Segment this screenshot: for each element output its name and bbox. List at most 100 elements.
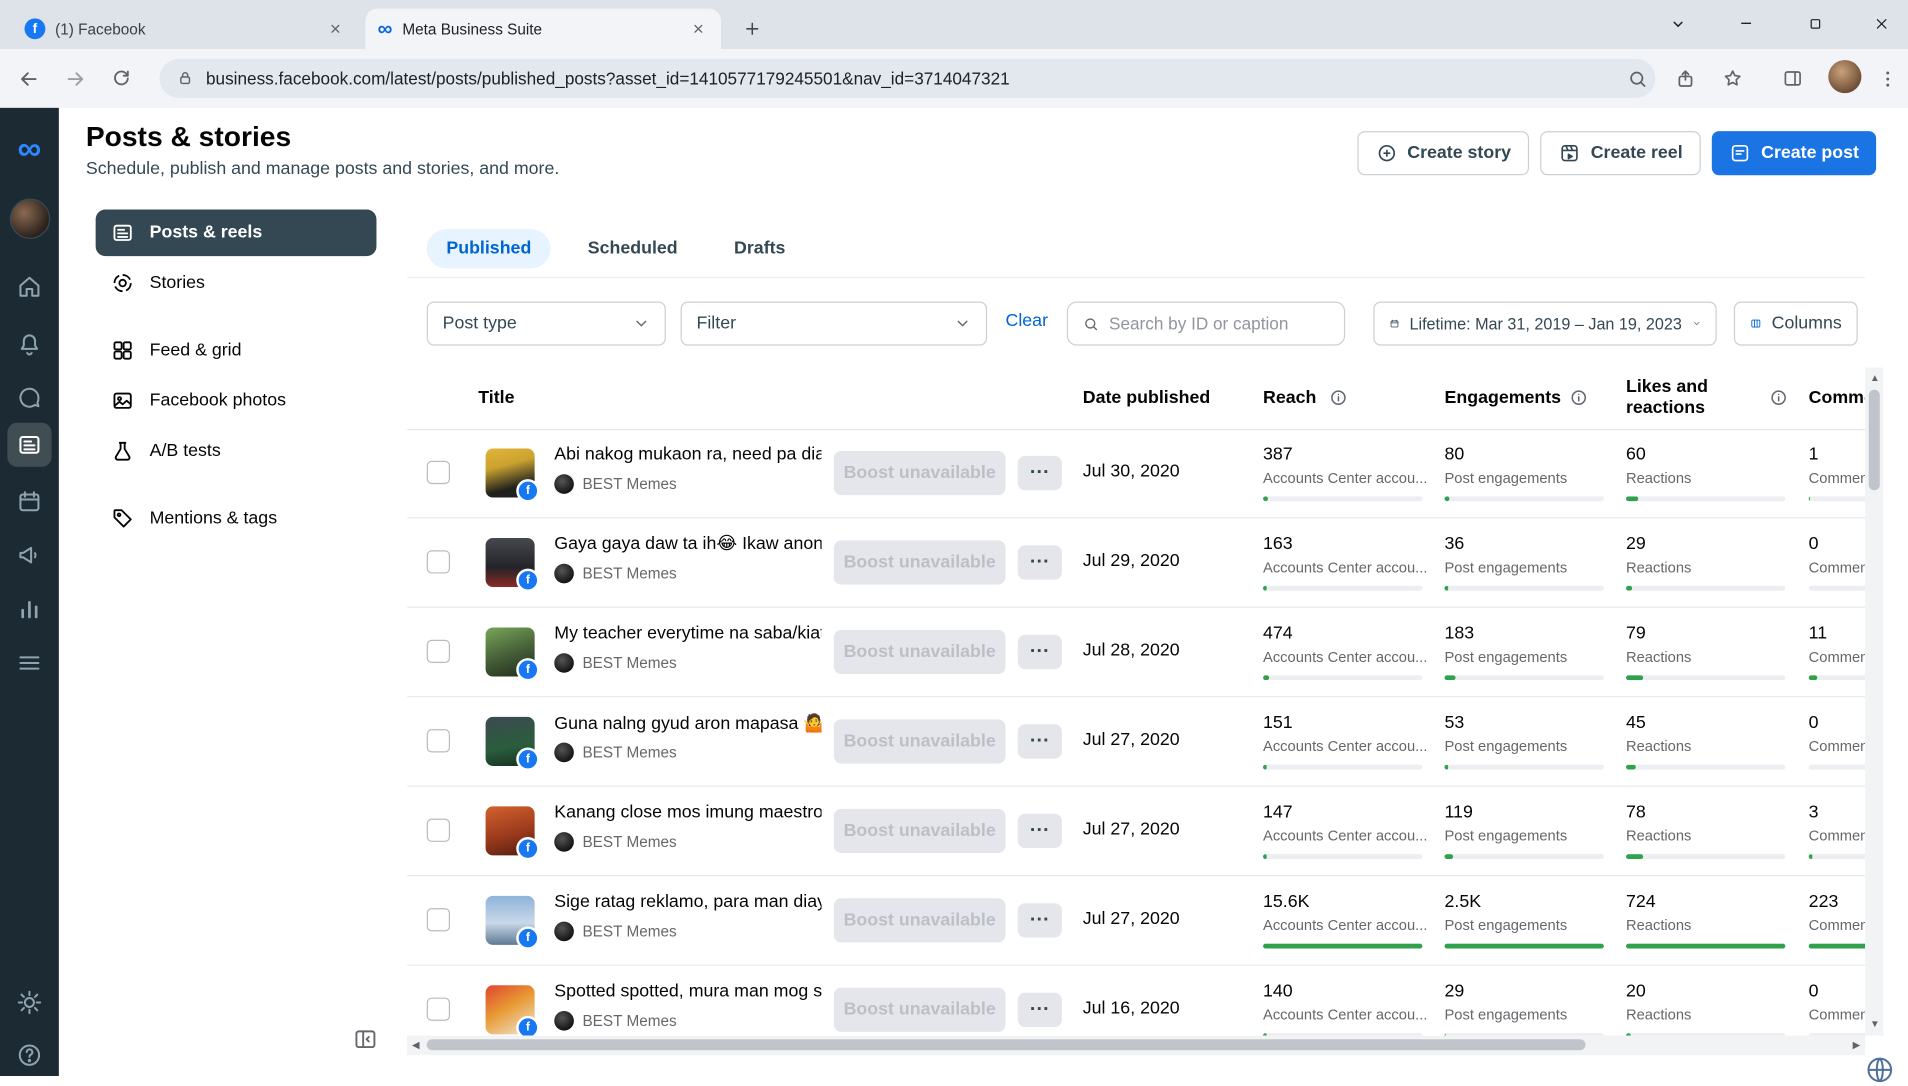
sidebar-item-mentions-tags[interactable]: Mentions & tags: [96, 495, 377, 542]
columns-button[interactable]: Columns: [1733, 301, 1858, 346]
post-title-link[interactable]: Guna nalng gyud aron mapasa 🤷: [554, 713, 821, 734]
rail-notifications-button[interactable]: [10, 325, 49, 364]
rail-help-button[interactable]: [10, 1036, 49, 1075]
tab-close-icon[interactable]: [687, 18, 709, 40]
tab-scheduled[interactable]: Scheduled: [568, 229, 697, 268]
scroll-right-icon[interactable]: ▶: [1853, 1040, 1861, 1050]
vertical-scrollbar[interactable]: ▲ ▼: [1865, 367, 1884, 1036]
post-thumbnail[interactable]: f: [485, 627, 540, 682]
row-more-button[interactable]: ...: [1017, 724, 1062, 759]
col-header-likes[interactable]: Likes and reactions: [1626, 368, 1727, 429]
horizontal-scroll-thumb[interactable]: [426, 1039, 1586, 1051]
row-more-button[interactable]: ...: [1017, 992, 1062, 1027]
rail-insights-button[interactable]: [10, 589, 49, 628]
row-more-button[interactable]: ...: [1017, 455, 1062, 491]
row-more-button[interactable]: ...: [1017, 903, 1062, 938]
rail-posts-button[interactable]: [7, 422, 52, 467]
collapse-panel-icon[interactable]: [352, 1026, 379, 1053]
search-input[interactable]: [1109, 313, 1330, 334]
rail-inbox-button[interactable]: [10, 379, 49, 418]
business-avatar[interactable]: [9, 198, 51, 239]
share-icon[interactable]: [1666, 60, 1703, 97]
bookmark-star-icon[interactable]: [1714, 60, 1751, 97]
reach-info-icon[interactable]: [1329, 388, 1347, 406]
browser-menu-icon[interactable]: [1869, 60, 1906, 97]
meta-logo-icon[interactable]: ∞: [0, 130, 59, 167]
post-title-link[interactable]: Abi nakog mukaon ra, need pa dia...: [554, 445, 821, 465]
row-checkbox[interactable]: [426, 550, 451, 574]
create-story-button[interactable]: Create story: [1356, 131, 1530, 176]
post-title-link[interactable]: My teacher everytime na saba/kiat...: [554, 624, 821, 644]
row-checkbox[interactable]: [426, 639, 451, 664]
engagements-info-icon[interactable]: [1570, 388, 1588, 406]
post-thumbnail[interactable]: f: [485, 806, 540, 861]
scroll-down-icon[interactable]: ▼: [1870, 1019, 1880, 1030]
row-checkbox[interactable]: [426, 997, 451, 1021]
browser-tab-meta[interactable]: ∞ Meta Business Suite: [365, 8, 722, 50]
date-range-dropdown[interactable]: Lifetime: Mar 31, 2019 – Jan 19, 2023: [1373, 301, 1717, 346]
scroll-up-icon[interactable]: ▲: [1870, 373, 1880, 384]
browser-tab-facebook[interactable]: f (1) Facebook: [12, 9, 358, 49]
window-close-button[interactable]: [1854, 5, 1908, 42]
clear-filters-link[interactable]: Clear: [1006, 311, 1048, 331]
boost-unavailable-button[interactable]: Boost unavailable: [833, 450, 1006, 496]
col-header-comments[interactable]: Comments: [1809, 368, 1865, 429]
post-thumbnail[interactable]: f: [485, 716, 540, 771]
post-type-dropdown[interactable]: Post type: [426, 301, 666, 346]
boost-unavailable-button[interactable]: Boost unavailable: [833, 629, 1006, 675]
address-bar[interactable]: business.facebook.com/latest/posts/publi…: [159, 58, 1656, 99]
col-header-title[interactable]: Title: [478, 368, 514, 429]
col-header-engagements[interactable]: Engagements: [1444, 368, 1561, 429]
sidebar-item-stories[interactable]: Stories: [96, 260, 377, 307]
tab-search-icon[interactable]: [1650, 5, 1704, 42]
boost-unavailable-button[interactable]: Boost unavailable: [833, 540, 1006, 585]
rail-settings-button[interactable]: [10, 983, 49, 1022]
rail-ads-button[interactable]: [10, 536, 49, 575]
col-header-reach[interactable]: Reach: [1263, 368, 1316, 429]
post-title-link[interactable]: Sige ratag reklamo, para man diay...: [554, 892, 821, 912]
row-more-button[interactable]: ...: [1017, 634, 1062, 670]
reload-button[interactable]: [103, 60, 140, 97]
row-checkbox[interactable]: [426, 818, 451, 842]
post-title-link[interactable]: Spotted spotted, mura man mog s...: [554, 982, 821, 1002]
boost-unavailable-button[interactable]: Boost unavailable: [833, 719, 1006, 764]
col-header-date[interactable]: Date published: [1083, 368, 1210, 429]
window-minimize-button[interactable]: [1719, 5, 1773, 42]
search-box[interactable]: [1066, 301, 1346, 346]
forward-button[interactable]: [56, 60, 93, 97]
sidebar-item-posts-reels[interactable]: Posts & reels: [95, 209, 377, 257]
sidebar-item-feed-grid[interactable]: Feed & grid: [96, 327, 377, 374]
window-maximize-button[interactable]: [1788, 5, 1842, 42]
browser-profile-avatar[interactable]: [1828, 60, 1862, 94]
filter-dropdown[interactable]: Filter: [680, 301, 988, 346]
create-reel-button[interactable]: Create reel: [1540, 131, 1702, 176]
row-checkbox[interactable]: [426, 460, 451, 485]
post-title-link[interactable]: Gaya gaya daw ta ih😂 Ikaw anon...: [554, 534, 821, 554]
post-title-link[interactable]: Kanang close mos imung maestro...: [554, 803, 821, 823]
tab-published[interactable]: Published: [426, 229, 551, 269]
row-more-button[interactable]: ...: [1017, 813, 1062, 849]
tab-close-icon[interactable]: [324, 18, 346, 40]
vertical-scroll-thumb[interactable]: [1868, 389, 1880, 491]
boost-unavailable-button[interactable]: Boost unavailable: [833, 987, 1006, 1032]
row-checkbox[interactable]: [426, 729, 451, 753]
sidebar-item-facebook-photos[interactable]: Facebook photos: [96, 377, 377, 424]
post-thumbnail[interactable]: f: [485, 895, 540, 950]
rail-all-tools-button[interactable]: [10, 643, 49, 682]
create-post-button[interactable]: Create post: [1712, 131, 1877, 176]
tab-drafts[interactable]: Drafts: [714, 229, 805, 268]
post-thumbnail[interactable]: f: [485, 448, 540, 503]
new-tab-button[interactable]: [736, 12, 768, 44]
horizontal-scrollbar[interactable]: ◀ ▶: [407, 1035, 1866, 1056]
boost-unavailable-button[interactable]: Boost unavailable: [833, 898, 1006, 943]
back-button[interactable]: [10, 60, 47, 97]
post-thumbnail[interactable]: f: [485, 985, 540, 1036]
globe-icon[interactable]: [1864, 1054, 1896, 1086]
likes-info-icon[interactable]: [1769, 388, 1787, 406]
rail-home-button[interactable]: [10, 267, 49, 306]
sidebar-item-ab-tests[interactable]: A/B tests: [96, 428, 377, 475]
side-panel-icon[interactable]: [1774, 60, 1811, 97]
row-more-button[interactable]: ...: [1017, 545, 1062, 580]
scroll-left-icon[interactable]: ◀: [412, 1040, 420, 1050]
zoom-search-icon[interactable]: [1619, 60, 1656, 97]
